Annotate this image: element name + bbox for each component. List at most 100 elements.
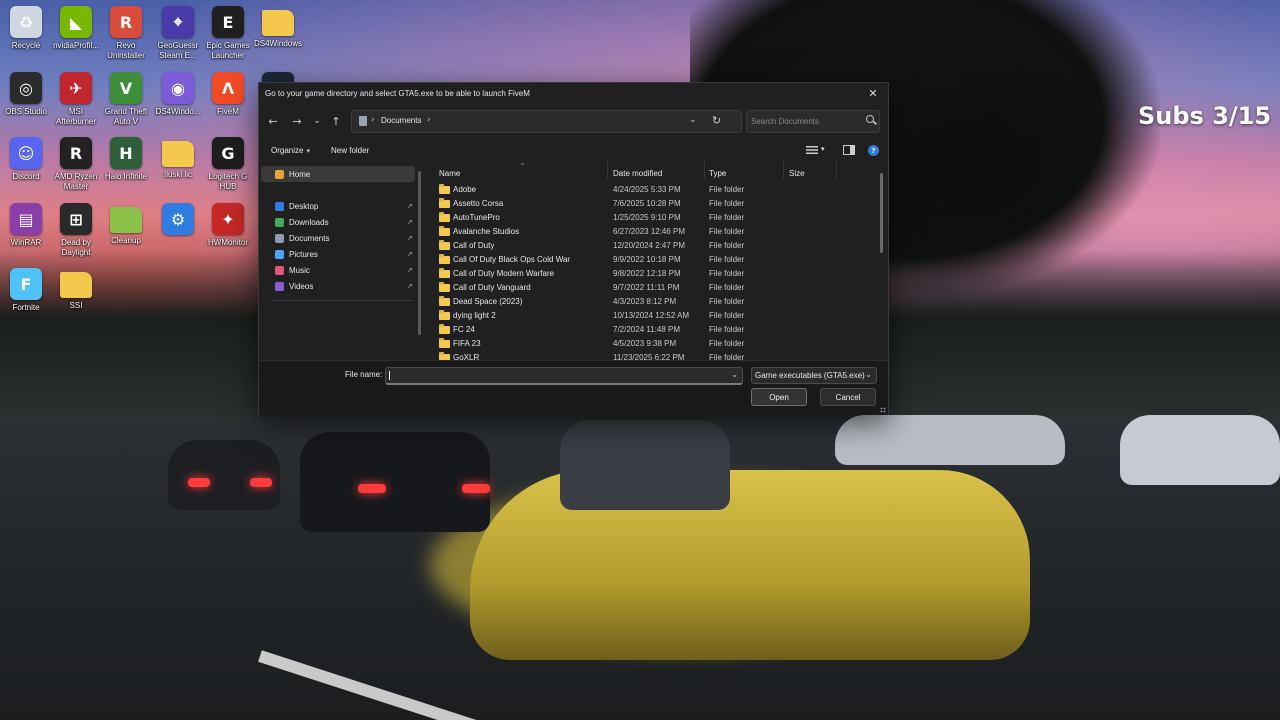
- file-row[interactable]: Avalanche Studios 6/27/2023 12:46 PM File …: [427, 225, 867, 239]
- file-row[interactable]: Dead Space (2023) 4/3/2023 8:12 PM File fo…: [427, 295, 867, 309]
- nav-item-videos[interactable]: Videos ➚: [261, 278, 413, 294]
- desktop-shortcut-label: Grand Theft Auto V: [104, 107, 148, 126]
- logitech-icon: G: [212, 137, 244, 169]
- dbd-icon: ⊞: [60, 203, 92, 235]
- desktop-shortcut[interactable]: SSI: [50, 268, 102, 311]
- desktop-shortcut[interactable]: ⚙: [152, 203, 204, 238]
- desktop-shortcut[interactable]: ♻ Recycle: [0, 6, 52, 51]
- nav-item-music[interactable]: Music ➚: [261, 262, 413, 278]
- forward-arrow-icon[interactable]: →: [289, 113, 305, 129]
- recent-locations-chevron-icon[interactable]: ⌄: [309, 113, 325, 129]
- column-divider[interactable]: [704, 161, 705, 179]
- file-list-scrollbar[interactable]: [880, 173, 883, 253]
- desktop-shortcut[interactable]: Λ FiveM: [202, 72, 254, 117]
- desktop-shortcut[interactable]: ✦ HWMonitor: [202, 203, 254, 248]
- navpane-scrollbar[interactable]: [418, 171, 421, 335]
- file-row[interactable]: Call of Duty 12/20/2024 2:47 PM File folde…: [427, 239, 867, 253]
- file-name-input[interactable]: [390, 370, 720, 381]
- wallpaper-rally-car: [560, 420, 730, 510]
- new-folder-button[interactable]: New folder: [331, 146, 369, 155]
- file-name: Assetto Corsa: [453, 199, 504, 208]
- desktop-shortcut[interactable]: Iluski lic: [152, 137, 204, 180]
- desktop-shortcut-label: Iluski lic: [163, 170, 192, 179]
- up-arrow-icon[interactable]: ↑: [328, 113, 344, 129]
- desktop-shortcut[interactable]: DS4Windows: [252, 6, 304, 49]
- breadcrumb-separator-icon[interactable]: ›: [427, 115, 431, 125]
- nav-item-home[interactable]: Home: [261, 166, 415, 182]
- column-header-type[interactable]: Type: [709, 169, 726, 178]
- resize-grip-icon[interactable]: [880, 407, 886, 413]
- pin-icon: ➚: [407, 234, 413, 242]
- nav-item-downloads[interactable]: Downloads ➚: [261, 214, 413, 230]
- search-box[interactable]: [746, 110, 880, 133]
- file-name-history-chevron-icon[interactable]: ⌄: [731, 370, 738, 379]
- pin-icon: ➚: [407, 266, 413, 274]
- desktop-shortcut[interactable]: ☺ Discord: [0, 137, 52, 182]
- breadcrumb-documents[interactable]: Documents: [381, 116, 421, 125]
- desktop-shortcut[interactable]: H Halo Infinite: [100, 137, 152, 182]
- column-divider[interactable]: [836, 161, 837, 179]
- column-header-size[interactable]: Size: [789, 169, 805, 178]
- desktop-shortcut[interactable]: ◣ nvidiaProfil...: [50, 6, 102, 51]
- column-divider[interactable]: [783, 161, 784, 179]
- desktop-shortcut-label: AMD Ryzen Master: [54, 172, 98, 191]
- view-options-chevron-icon[interactable]: ▾: [821, 145, 825, 153]
- open-button[interactable]: Open: [751, 388, 807, 406]
- column-header-date-modified[interactable]: Date modified: [613, 169, 662, 178]
- desktop-shortcut[interactable]: ✈ MSI Afterburner: [50, 72, 102, 127]
- desktop-shortcut[interactable]: F Fortnite: [0, 268, 52, 313]
- desktop-shortcut[interactable]: ◎ OBS Studio: [0, 72, 52, 117]
- address-history-chevron-icon[interactable]: ⌄: [689, 115, 697, 125]
- nav-item-pictures[interactable]: Pictures ➚: [261, 246, 413, 262]
- videos-icon: [275, 281, 284, 291]
- desktop-shortcut[interactable]: E Epic Games Launcher: [202, 6, 254, 61]
- file-row[interactable]: FC 24 7/2/2024 11:48 PM File folder: [427, 323, 867, 337]
- close-icon[interactable]: ✕: [866, 86, 880, 100]
- preview-pane-icon[interactable]: [843, 145, 855, 155]
- column-divider[interactable]: [607, 161, 608, 179]
- nvidia-icon: ◣: [60, 6, 92, 38]
- fortnite-icon: F: [10, 268, 42, 300]
- nav-item-label: Videos: [289, 281, 314, 291]
- nav-item-desktop[interactable]: Desktop ➚: [261, 198, 413, 214]
- desktop-shortcut[interactable]: ⊞ Dead by Daylight: [50, 203, 102, 258]
- folder-icon: [162, 141, 194, 167]
- file-row[interactable]: dying light 2 10/13/2024 12:52 AM File fol…: [427, 309, 867, 323]
- file-type: File folder: [709, 325, 745, 334]
- search-input[interactable]: [751, 115, 861, 127]
- desktop-shortcut[interactable]: V Grand Theft Auto V: [100, 72, 152, 127]
- wallpaper-tail-light: [462, 484, 490, 493]
- organize-menu[interactable]: Organize ▾: [271, 146, 310, 155]
- file-type-filter[interactable]: Game executables (GTA5.exe) ⌄: [751, 367, 877, 384]
- file-type: File folder: [709, 269, 745, 278]
- discord-icon: ☺: [10, 137, 42, 169]
- file-row[interactable]: Adobe 4/24/2025 5:33 PM File folder: [427, 183, 867, 197]
- desktop-shortcut[interactable]: ◉ DS4Windo...: [152, 72, 204, 117]
- file-row[interactable]: Call of Duty Modern Warfare 9/8/2022 12:1…: [427, 267, 867, 281]
- back-arrow-icon[interactable]: ←: [265, 113, 281, 129]
- navpane-divider: [273, 300, 413, 301]
- refresh-icon[interactable]: ↻: [712, 114, 721, 127]
- desktop-shortcut[interactable]: R Revo Uninstaller: [100, 6, 152, 61]
- desktop-shortcut[interactable]: Cleanup: [100, 203, 152, 246]
- address-bar[interactable]: › Documents › ⌄ ↻: [351, 110, 742, 133]
- file-row[interactable]: AutoTunePro 1/25/2025 9:10 PM File folder: [427, 211, 867, 225]
- search-icon[interactable]: [866, 115, 874, 123]
- file-row[interactable]: Assetto Corsa 7/6/2025 10:28 PM File folde…: [427, 197, 867, 211]
- desktop-shortcut[interactable]: ▤ WinRAR: [0, 203, 52, 248]
- file-row[interactable]: Call Of Duty Black Ops Cold War 9/9/2022 …: [427, 253, 867, 267]
- view-options-icon[interactable]: [806, 145, 818, 155]
- nav-item-documents[interactable]: Documents ➚: [261, 230, 413, 246]
- desktop-shortcut[interactable]: R AMD Ryzen Master: [50, 137, 102, 192]
- folder-icon: [439, 268, 450, 278]
- desktop-shortcut-label: Recycle: [11, 41, 41, 50]
- help-icon[interactable]: ?: [868, 145, 879, 156]
- desktop-shortcut[interactable]: G Logitech G HUB: [202, 137, 254, 192]
- file-name-field[interactable]: ⌄: [385, 367, 743, 385]
- file-row[interactable]: Call of Duty Vanguard 9/7/2022 11:11 PM Fi…: [427, 281, 867, 295]
- folder-icon: [110, 207, 142, 233]
- cancel-button[interactable]: Cancel: [820, 388, 876, 406]
- desktop-shortcut[interactable]: ⌖ GeoGuessr Steam E...: [152, 6, 204, 61]
- file-row[interactable]: FIFA 23 4/5/2023 9:38 PM File folder: [427, 337, 867, 351]
- column-header-name[interactable]: Name: [439, 169, 460, 178]
